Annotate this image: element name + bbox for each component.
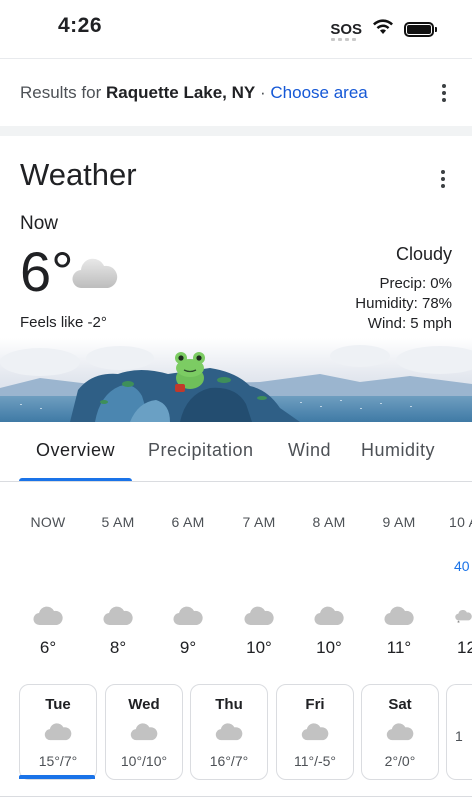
hour-label: 9 AM (382, 514, 416, 530)
sos-label: SOS (330, 20, 362, 38)
hour-temp: 10° (246, 638, 272, 657)
cloud-icon (106, 721, 182, 743)
results-prefix: Results for (20, 83, 102, 102)
results-separator: · (259, 83, 266, 102)
signal-dots (331, 37, 357, 41)
hour-temp: 10° (316, 638, 342, 657)
cloud-icon (13, 604, 83, 630)
hour-label: NOW (30, 514, 66, 530)
cloud-icon (277, 721, 353, 743)
hourly-item: 5 AM 8° (83, 514, 153, 658)
bottom-divider (0, 796, 472, 797)
day-temps: 1 (455, 728, 463, 744)
hourly-item: 10 A * 12 (435, 514, 472, 658)
choose-area-link[interactable]: Choose area (270, 83, 367, 102)
weather-title: Weather (20, 157, 137, 192)
tab-overview[interactable]: Overview (36, 440, 115, 461)
precip-value: Precip: 0% (379, 275, 452, 292)
svg-text:*: * (457, 620, 460, 626)
daily-card-wed[interactable]: Wed 10°/10° (105, 684, 183, 780)
day-temps: 10°/10° (120, 753, 168, 769)
cloud-icon (20, 721, 96, 743)
hour-label: 6 AM (171, 514, 205, 530)
hour-temp: 11° (386, 638, 412, 657)
hour-temp: 12 (457, 638, 472, 657)
cloud-icon (224, 604, 294, 630)
weather-condition: Cloudy (395, 244, 452, 264)
feels-like: Feels like -2° (20, 314, 107, 331)
hour-label: 7 AM (242, 514, 276, 530)
status-bar: 4:26 SOS (0, 0, 472, 58)
hourly-item: 9 AM 11° (364, 514, 434, 658)
hourly-item: 8 AM 10° (294, 514, 364, 658)
hour-label: 10 A (449, 514, 472, 530)
daily-card-sat[interactable]: Sat 2°/0° (361, 684, 439, 780)
results-more-options-icon[interactable] (432, 81, 456, 105)
day-temps: 15°/7° (38, 753, 78, 769)
wind-value: Wind: 5 mph (367, 315, 452, 332)
daily-card-fri[interactable]: Fri 11°/-5° (276, 684, 354, 780)
status-time: 4:26 (58, 14, 103, 37)
now-label: Now (20, 213, 59, 234)
day-temps: 2°/0° (384, 753, 416, 769)
results-row: Results for Raquette Lake, NY · Choose a… (0, 59, 472, 126)
hourly-item: 6 AM 9° (153, 514, 223, 658)
cloud-icon (153, 604, 223, 630)
tab-precipitation[interactable]: Precipitation (148, 440, 254, 461)
day-name: Sat (388, 696, 412, 713)
wifi-icon (372, 18, 394, 40)
hour-temp: 8° (109, 638, 127, 657)
hour-label: 5 AM (101, 514, 135, 530)
weather-tabs: Overview Precipitation Wind Humidity (0, 422, 472, 482)
active-tab-indicator (19, 478, 132, 481)
cloud-icon (83, 604, 153, 630)
hour-label: 8 AM (312, 514, 346, 530)
weather-more-options-icon[interactable] (431, 167, 455, 191)
hour-temp: 6° (39, 638, 57, 657)
results-text: Results for Raquette Lake, NY · Choose a… (20, 83, 368, 103)
results-location: Raquette Lake, NY (105, 83, 256, 102)
tab-wind[interactable]: Wind (288, 440, 331, 461)
cloud-icon (364, 604, 434, 630)
hourly-item: NOW 6° (13, 514, 83, 658)
battery-icon (404, 21, 437, 37)
precip-chance: 40 (454, 558, 470, 574)
day-temps: 16°/7° (209, 753, 249, 769)
cloud-icon (72, 256, 118, 295)
section-divider (0, 126, 472, 136)
day-name: Wed (128, 696, 160, 713)
daily-card-tue[interactable]: Tue 15°/7° (19, 684, 97, 780)
daily-card-thu[interactable]: Thu 16°/7° (190, 684, 268, 780)
tab-humidity[interactable]: Humidity (361, 440, 435, 461)
sos-indicator: SOS (330, 20, 362, 41)
hourly-item: 7 AM 10° (224, 514, 294, 658)
weather-details: Precip: 0% Humidity: 78% Wind: 5 mph (355, 274, 452, 334)
weather-frog-illustration (0, 338, 472, 422)
day-name: Tue (45, 696, 71, 713)
cloud-icon (294, 604, 364, 630)
daily-card-partial[interactable]: 1 (446, 684, 472, 780)
day-name: Fri (305, 696, 325, 713)
active-day-indicator (19, 775, 95, 779)
cloud-snow-icon: * (455, 604, 472, 630)
current-temperature: 6° (20, 240, 74, 303)
cloud-icon (362, 721, 438, 743)
status-icons: SOS (330, 18, 437, 41)
day-icon-placeholder (447, 696, 472, 718)
cloud-icon (191, 721, 267, 743)
day-name: Thu (215, 696, 243, 713)
humidity-value: Humidity: 78% (355, 295, 452, 312)
day-temps: 11°/-5° (293, 753, 337, 769)
hour-temp: 9° (179, 638, 197, 657)
